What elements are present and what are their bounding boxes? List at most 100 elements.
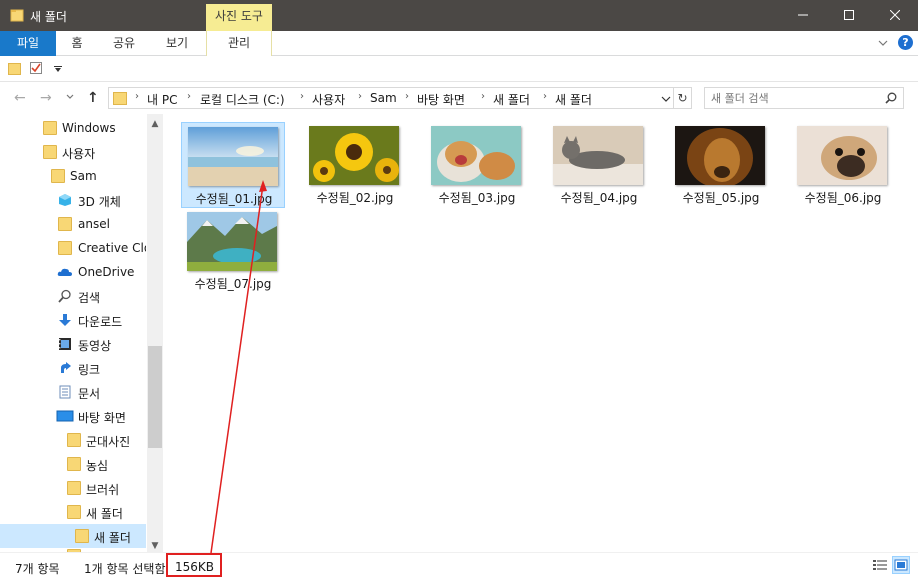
cloud-icon [57,268,72,276]
properties-icon[interactable] [29,61,43,75]
folder-icon [67,505,81,519]
sidebar-item-search[interactable]: 검색 [0,284,146,308]
sidebar-item-ansel[interactable]: ansel [0,212,146,236]
navigation-pane: Windows 사용자 Sam 3D 개체 ansel Creative Cl o… [0,114,164,552]
details-view-icon [873,560,887,570]
file-item-06[interactable]: 수정됨_06.jpg [791,122,895,208]
recent-locations-chevron-icon[interactable] [66,94,74,100]
sidebar-item-links[interactable]: 링크 [0,356,146,380]
file-item-03[interactable]: 수정됨_03.jpg [425,122,529,208]
image-thumbnail-mountain-lake [187,212,277,271]
up-arrow-icon[interactable]: ↑ [87,90,99,106]
sidebar-item-videos[interactable]: 동영상 [0,332,146,356]
folder-icon [43,145,57,159]
tab-share[interactable]: 공유 [98,31,150,56]
customize-toolbar-icon[interactable] [54,66,62,72]
details-view-button[interactable] [871,556,889,574]
ribbon-tabs: 파일 홈 공유 보기 관리 [0,31,918,56]
folder-icon [67,433,81,447]
file-name: 수정됨_04.jpg [560,191,638,205]
address-history-chevron-icon[interactable] [661,96,671,102]
scroll-up-icon[interactable]: ▲ [147,116,163,132]
breadcrumb-sam[interactable]: Sam [370,91,397,105]
sidebar-item-new-folder-current[interactable]: 새 폴더 [0,524,146,548]
file-view: 수정됨_01.jpg 수정됨_02.jpg 수정됨_03.jpg 수정됨_04.… [164,114,918,552]
breadcrumb-separator-icon[interactable]: › [543,91,547,102]
file-name: 수정됨_06.jpg [804,191,882,205]
address-bar[interactable]: › 내 PC › 로컬 디스크 (C:) › 사용자 › Sam › 바탕 화면… [108,87,674,109]
tab-home[interactable]: 홈 [56,31,98,56]
file-item-02[interactable]: 수정됨_02.jpg [303,122,407,208]
sidebar-item-nongshim[interactable]: 농심 [0,452,146,476]
folder-icon [58,217,72,231]
file-item-05[interactable]: 수정됨_05.jpg [669,122,773,208]
video-icon [59,338,71,350]
link-icon [61,362,71,373]
folder-icon [10,9,24,22]
sidebar-item-brush[interactable]: 브러쉬 [0,476,146,500]
folder-icon[interactable] [8,62,21,75]
minimize-button[interactable] [780,0,826,31]
sidebar-item-documents[interactable]: 문서 [0,380,146,404]
folder-icon [67,457,81,471]
search-icon [58,289,71,303]
search-input[interactable] [711,90,871,106]
breadcrumb-separator-icon[interactable]: › [187,91,191,102]
close-button[interactable] [872,0,918,31]
sidebar-scroll-thumb[interactable] [148,346,162,448]
tab-view[interactable]: 보기 [150,31,204,56]
breadcrumb-new-folder-parent[interactable]: 새 폴더 [493,91,530,108]
sidebar-item-users[interactable]: 사용자 [0,140,146,164]
breadcrumb-separator-icon[interactable]: › [300,91,304,102]
breadcrumb-separator-icon[interactable]: › [358,91,362,102]
file-item-04[interactable]: 수정됨_04.jpg [547,122,651,208]
breadcrumb-separator-icon[interactable]: › [405,91,409,102]
tab-file[interactable]: 파일 [0,31,56,56]
sidebar-item-desktop[interactable]: 바탕 화면 [0,404,146,428]
search-icon[interactable] [885,92,897,104]
back-arrow-icon[interactable]: ← [14,90,26,106]
sidebar-item-military-photos[interactable]: 군대사진 [0,428,146,452]
breadcrumb-separator-icon[interactable]: › [481,91,485,102]
sidebar-item-3d-objects[interactable]: 3D 개체 [0,188,146,212]
forward-arrow-icon[interactable]: → [40,90,52,106]
file-name: 수정됨_07.jpg [194,277,272,291]
file-item-01[interactable]: 수정됨_01.jpg [181,122,285,208]
breadcrumb-separator-icon[interactable]: › [135,91,139,102]
selection-count: 1개 항목 선택함 [84,562,166,576]
folder-icon [113,92,127,105]
breadcrumb-new-folder-current[interactable]: 새 폴더 [555,91,592,108]
download-icon [59,314,71,326]
image-thumbnail-sunflower [309,126,399,185]
file-name: 수정됨_02.jpg [316,191,394,205]
sidebar-item-onedrive[interactable]: OneDrive [0,260,146,284]
breadcrumb-local-disk[interactable]: 로컬 디스크 (C:) [200,91,285,108]
sidebar-item-creative-cloud[interactable]: Creative Clou [0,236,146,260]
title-bar: 새 폴더 사진 도구 [0,0,918,31]
help-icon[interactable]: ? [898,35,913,50]
sidebar-item-downloads[interactable]: 다운로드 [0,308,146,332]
maximize-button[interactable] [826,0,872,31]
file-name: 수정됨_05.jpg [682,191,760,205]
image-thumbnail-pug [797,126,887,185]
file-item-07[interactable]: 수정됨_07.jpg [181,208,285,294]
search-box[interactable] [704,87,904,109]
large-icons-view-button[interactable] [892,556,910,574]
chevron-down-icon[interactable] [878,40,888,46]
context-tab-photo-tools[interactable]: 사진 도구 [206,4,272,31]
file-name: 수정됨_01.jpg [195,192,273,206]
sidebar-item-windows[interactable]: Windows [0,116,146,140]
sidebar-scrollbar[interactable] [147,114,163,552]
breadcrumb-desktop[interactable]: 바탕 화면 [417,91,465,108]
item-count: 7개 항목 [15,562,60,576]
sidebar-item-sam[interactable]: Sam [0,164,146,188]
folder-icon [75,529,89,543]
breadcrumb-users[interactable]: 사용자 [312,91,345,108]
quick-access-toolbar [0,56,918,82]
breadcrumb-this-pc[interactable]: 내 PC [147,91,177,108]
refresh-button[interactable]: ↻ [674,87,692,109]
tab-manage[interactable]: 관리 [206,31,272,56]
sidebar-item-new-folder-parent[interactable]: 새 폴더 [0,500,146,524]
image-thumbnail-lion [675,126,765,185]
refresh-icon: ↻ [677,91,688,105]
